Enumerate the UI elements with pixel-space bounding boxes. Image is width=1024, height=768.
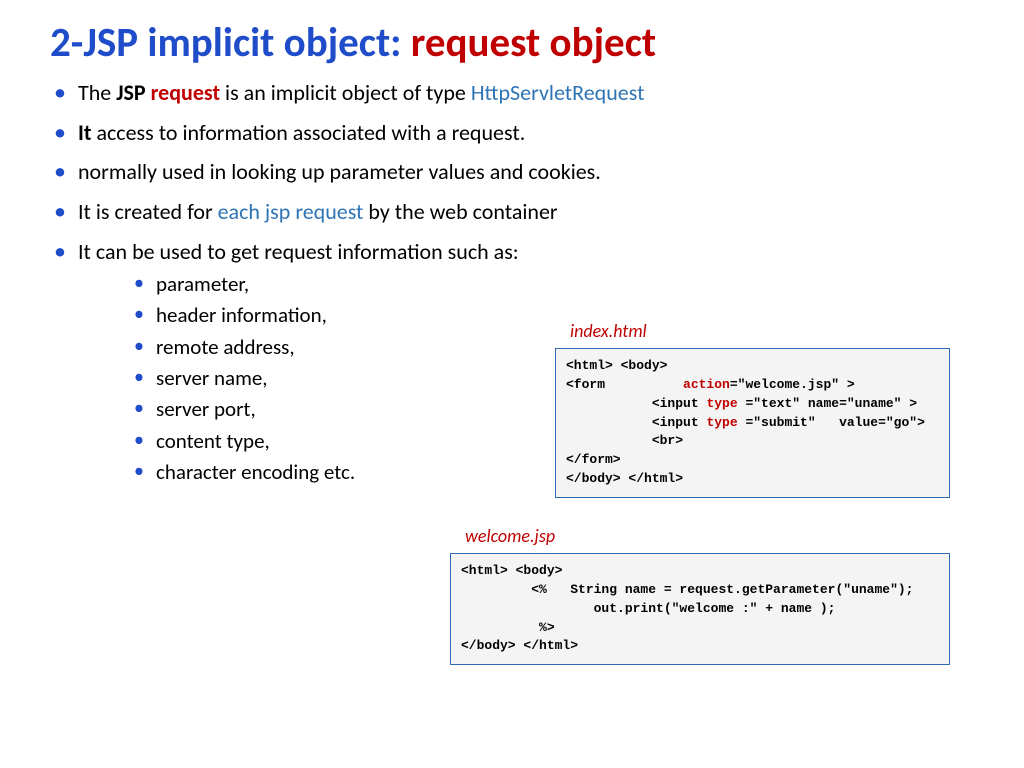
bullet-1: The JSP request is an implicit object of… — [50, 79, 974, 108]
code-line: </form> — [566, 452, 621, 467]
code-line: <input type ="text" name="uname" > — [566, 396, 917, 411]
code-box-welcome: <html> <body> <% String name = request.g… — [450, 553, 950, 665]
sub-bullet: parameter, — [134, 270, 974, 298]
text: It — [78, 119, 96, 146]
code-line: </body> </html> — [566, 471, 683, 486]
code-label-welcome: welcome.jsp — [465, 525, 555, 547]
text: request — [151, 79, 225, 106]
text: by the web container — [368, 198, 557, 225]
bullet-4: It is created for each jsp request by th… — [50, 198, 974, 227]
code-line: <input type ="submit" value="go"> — [566, 415, 925, 430]
title-part-red: request object — [411, 18, 656, 68]
code-line: <% String name = request.getParameter("u… — [461, 582, 913, 597]
code-line: <html> <body> — [566, 358, 667, 373]
text: is an implicit object of type — [225, 79, 471, 106]
bullet-2: It access to information associated with… — [50, 119, 974, 148]
text: The — [78, 79, 116, 106]
text: access to information associated with a … — [96, 119, 525, 146]
code-line: <html> <body> — [461, 563, 562, 578]
text: It is created for — [78, 198, 218, 225]
title-part-blue: 2-JSP implicit object: — [50, 18, 411, 68]
sub-bullet: header information, — [134, 301, 974, 329]
code-line: </body> </html> — [461, 638, 578, 653]
code-line: out.print("welcome :" + name ); — [461, 601, 835, 616]
text: It can be used to get request informatio… — [78, 238, 519, 265]
code-line: %> — [461, 620, 555, 635]
text: each jsp request — [218, 198, 369, 225]
code-line: <form action="welcome.jsp" > — [566, 377, 855, 392]
code-label-index: index.html — [570, 320, 647, 342]
code-box-index: <html> <body> <form action="welcome.jsp"… — [555, 348, 950, 498]
text: JSP — [116, 79, 150, 106]
slide-title: 2-JSP implicit object: request object — [50, 20, 974, 67]
text: HttpServletRequest — [471, 79, 645, 106]
bullet-3: normally used in looking up parameter va… — [50, 158, 974, 187]
code-line: <br> — [566, 433, 683, 448]
